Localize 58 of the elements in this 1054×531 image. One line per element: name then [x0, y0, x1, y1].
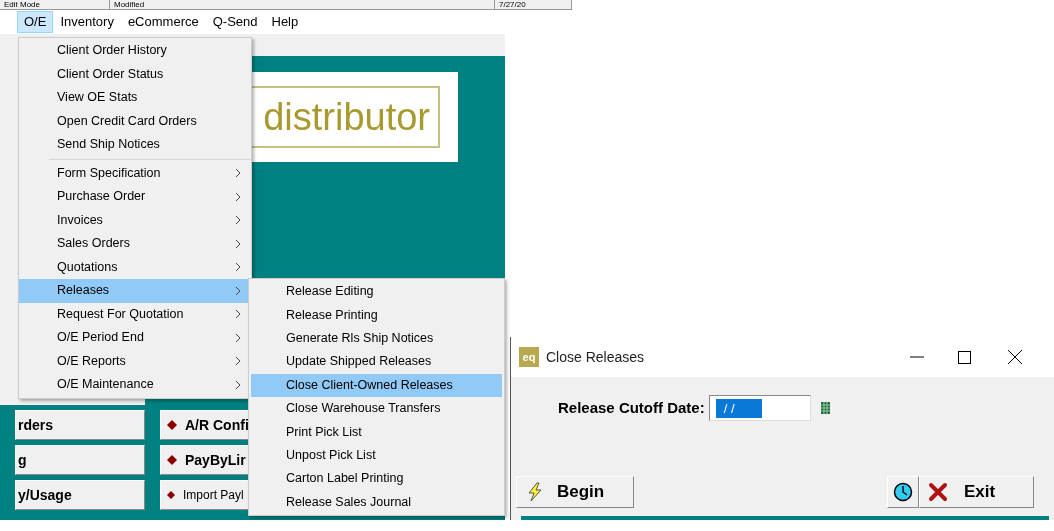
- menu-item[interactable]: Client Order Status: [19, 62, 251, 86]
- menu-item[interactable]: Request For Quotation: [19, 302, 251, 326]
- menu-item[interactable]: Quotations: [19, 255, 251, 279]
- menu-bar-item[interactable]: Help: [264, 11, 306, 33]
- menu-bar-item[interactable]: Q-Send: [205, 11, 265, 33]
- menu-item[interactable]: Invoices: [19, 208, 251, 232]
- chevron-right-icon: [235, 332, 241, 343]
- menu-tile-button[interactable]: y/Usage: [15, 480, 145, 510]
- chevron-right-icon: [235, 238, 241, 249]
- chevron-right-icon: [235, 356, 241, 367]
- menu-item[interactable]: Release Printing: [251, 303, 502, 327]
- close-icon[interactable]: [1008, 350, 1022, 364]
- close-icon: [928, 482, 948, 502]
- menu-item[interactable]: Sales Orders: [19, 232, 251, 256]
- dialog-title: Close Releases: [546, 347, 645, 367]
- diamond-icon: [167, 455, 177, 465]
- date-input-field[interactable]: / /: [708, 395, 811, 421]
- date-value: / /: [715, 398, 762, 418]
- app-logo-icon: eq: [519, 347, 539, 367]
- clock-button[interactable]: [887, 476, 919, 508]
- chevron-right-icon: [235, 309, 241, 320]
- calendar-icon[interactable]: [820, 402, 830, 414]
- diamond-icon: [167, 491, 175, 499]
- clock-icon: [893, 482, 913, 502]
- field-label: Release Cutoff Date:: [558, 397, 705, 418]
- chevron-right-icon: [235, 191, 241, 202]
- maximize-icon[interactable]: [958, 350, 971, 364]
- menu-bar-item[interactable]: eCommerce: [120, 11, 206, 33]
- status-text: Edit Mode: [0, 0, 110, 9]
- chevron-right-icon: [235, 262, 241, 273]
- menu-bar-item[interactable]: O/E: [17, 11, 54, 33]
- menu-bar-item[interactable]: Inventory: [53, 11, 121, 33]
- menu-item[interactable]: View OE Stats: [19, 86, 251, 110]
- menu-tile-button[interactable]: g: [15, 445, 145, 475]
- status-text: Modified: [110, 0, 495, 9]
- menu-item[interactable]: O/E Maintenance: [19, 373, 251, 397]
- begin-button[interactable]: Begin: [516, 476, 634, 508]
- menu-item[interactable]: Generate Rls Ship Notices: [251, 326, 502, 351]
- chevron-right-icon: [235, 215, 241, 226]
- menu-item[interactable]: Close Client-Owned Releases: [251, 373, 502, 397]
- menu-item[interactable]: Purchase Order: [19, 185, 251, 209]
- menu-item[interactable]: Releases: [19, 279, 251, 303]
- menu-item[interactable]: O/E Reports: [19, 349, 251, 373]
- menu-tile-button[interactable]: rders: [15, 410, 145, 440]
- menu-item[interactable]: Client Order History: [19, 39, 251, 63]
- menu-item[interactable]: Open Credit Card Orders: [19, 109, 251, 133]
- status-text: 7/27/20: [495, 0, 572, 9]
- chevron-right-icon: [235, 379, 241, 390]
- menu-item[interactable]: Update Shipped Releases: [251, 350, 502, 374]
- menu-item[interactable]: Form Specification: [19, 161, 251, 185]
- diamond-icon: [167, 420, 177, 430]
- lightning-icon: [525, 482, 545, 502]
- menu-item[interactable]: O/E Period End: [19, 326, 251, 350]
- exit-button[interactable]: Exit: [919, 476, 1034, 508]
- chevron-right-icon: [235, 285, 241, 296]
- menu-item[interactable]: Release Editing: [251, 280, 502, 304]
- chevron-right-icon: [235, 168, 241, 179]
- menu-item[interactable]: Send Ship Notices: [19, 133, 251, 157]
